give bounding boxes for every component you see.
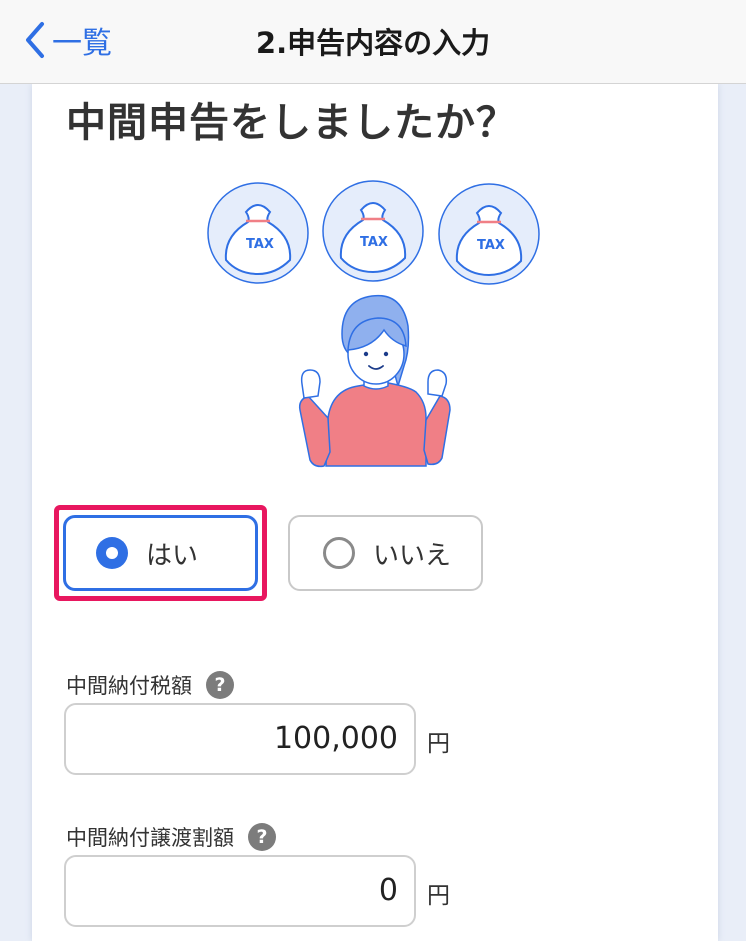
interim-transfer-input[interactable]: 0: [64, 855, 416, 927]
option-yes-button[interactable]: はい: [63, 515, 258, 591]
interim-tax-unit: 円: [427, 731, 450, 757]
interim-transfer-label: 中間納付譲渡割額: [66, 826, 234, 850]
interim-transfer-unit: 円: [427, 883, 450, 909]
help-icon[interactable]: ?: [248, 823, 276, 851]
interim-tax-label-row: 中間納付税額 ?: [66, 670, 234, 700]
tax-bag-icon: TAX: [438, 183, 540, 285]
tax-text-2: TAX: [360, 235, 388, 250]
interim-transfer-label-row: 中間納付譲渡割額 ?: [66, 822, 276, 852]
navigation-bar: 一覧 2.申告内容の入力: [0, 0, 746, 84]
interim-tax-input[interactable]: 100,000: [64, 703, 416, 775]
tax-text-3: TAX: [477, 238, 505, 253]
radio-selected-icon: [96, 537, 128, 569]
tax-text-1: TAX: [246, 237, 274, 252]
interim-tax-label: 中間納付税額: [66, 674, 192, 698]
radio-unselected-icon: [323, 537, 355, 569]
person-cheering-icon: [298, 294, 451, 468]
tax-bag-icon: TAX: [322, 180, 424, 282]
tax-bag-icon: TAX: [207, 182, 309, 284]
option-no-button[interactable]: いいえ: [288, 515, 483, 591]
illustration: TAX TAX TAX: [207, 180, 540, 468]
content-card: 中間申告をしましたか？ TAX TAX TAX はい いいえ 中間納付税額 ? …: [32, 84, 718, 941]
option-yes-label: はい: [146, 540, 199, 571]
page-title: 2.申告内容の入力: [255, 26, 491, 60]
help-icon[interactable]: ?: [206, 671, 234, 699]
option-no-label: いいえ: [373, 540, 452, 571]
